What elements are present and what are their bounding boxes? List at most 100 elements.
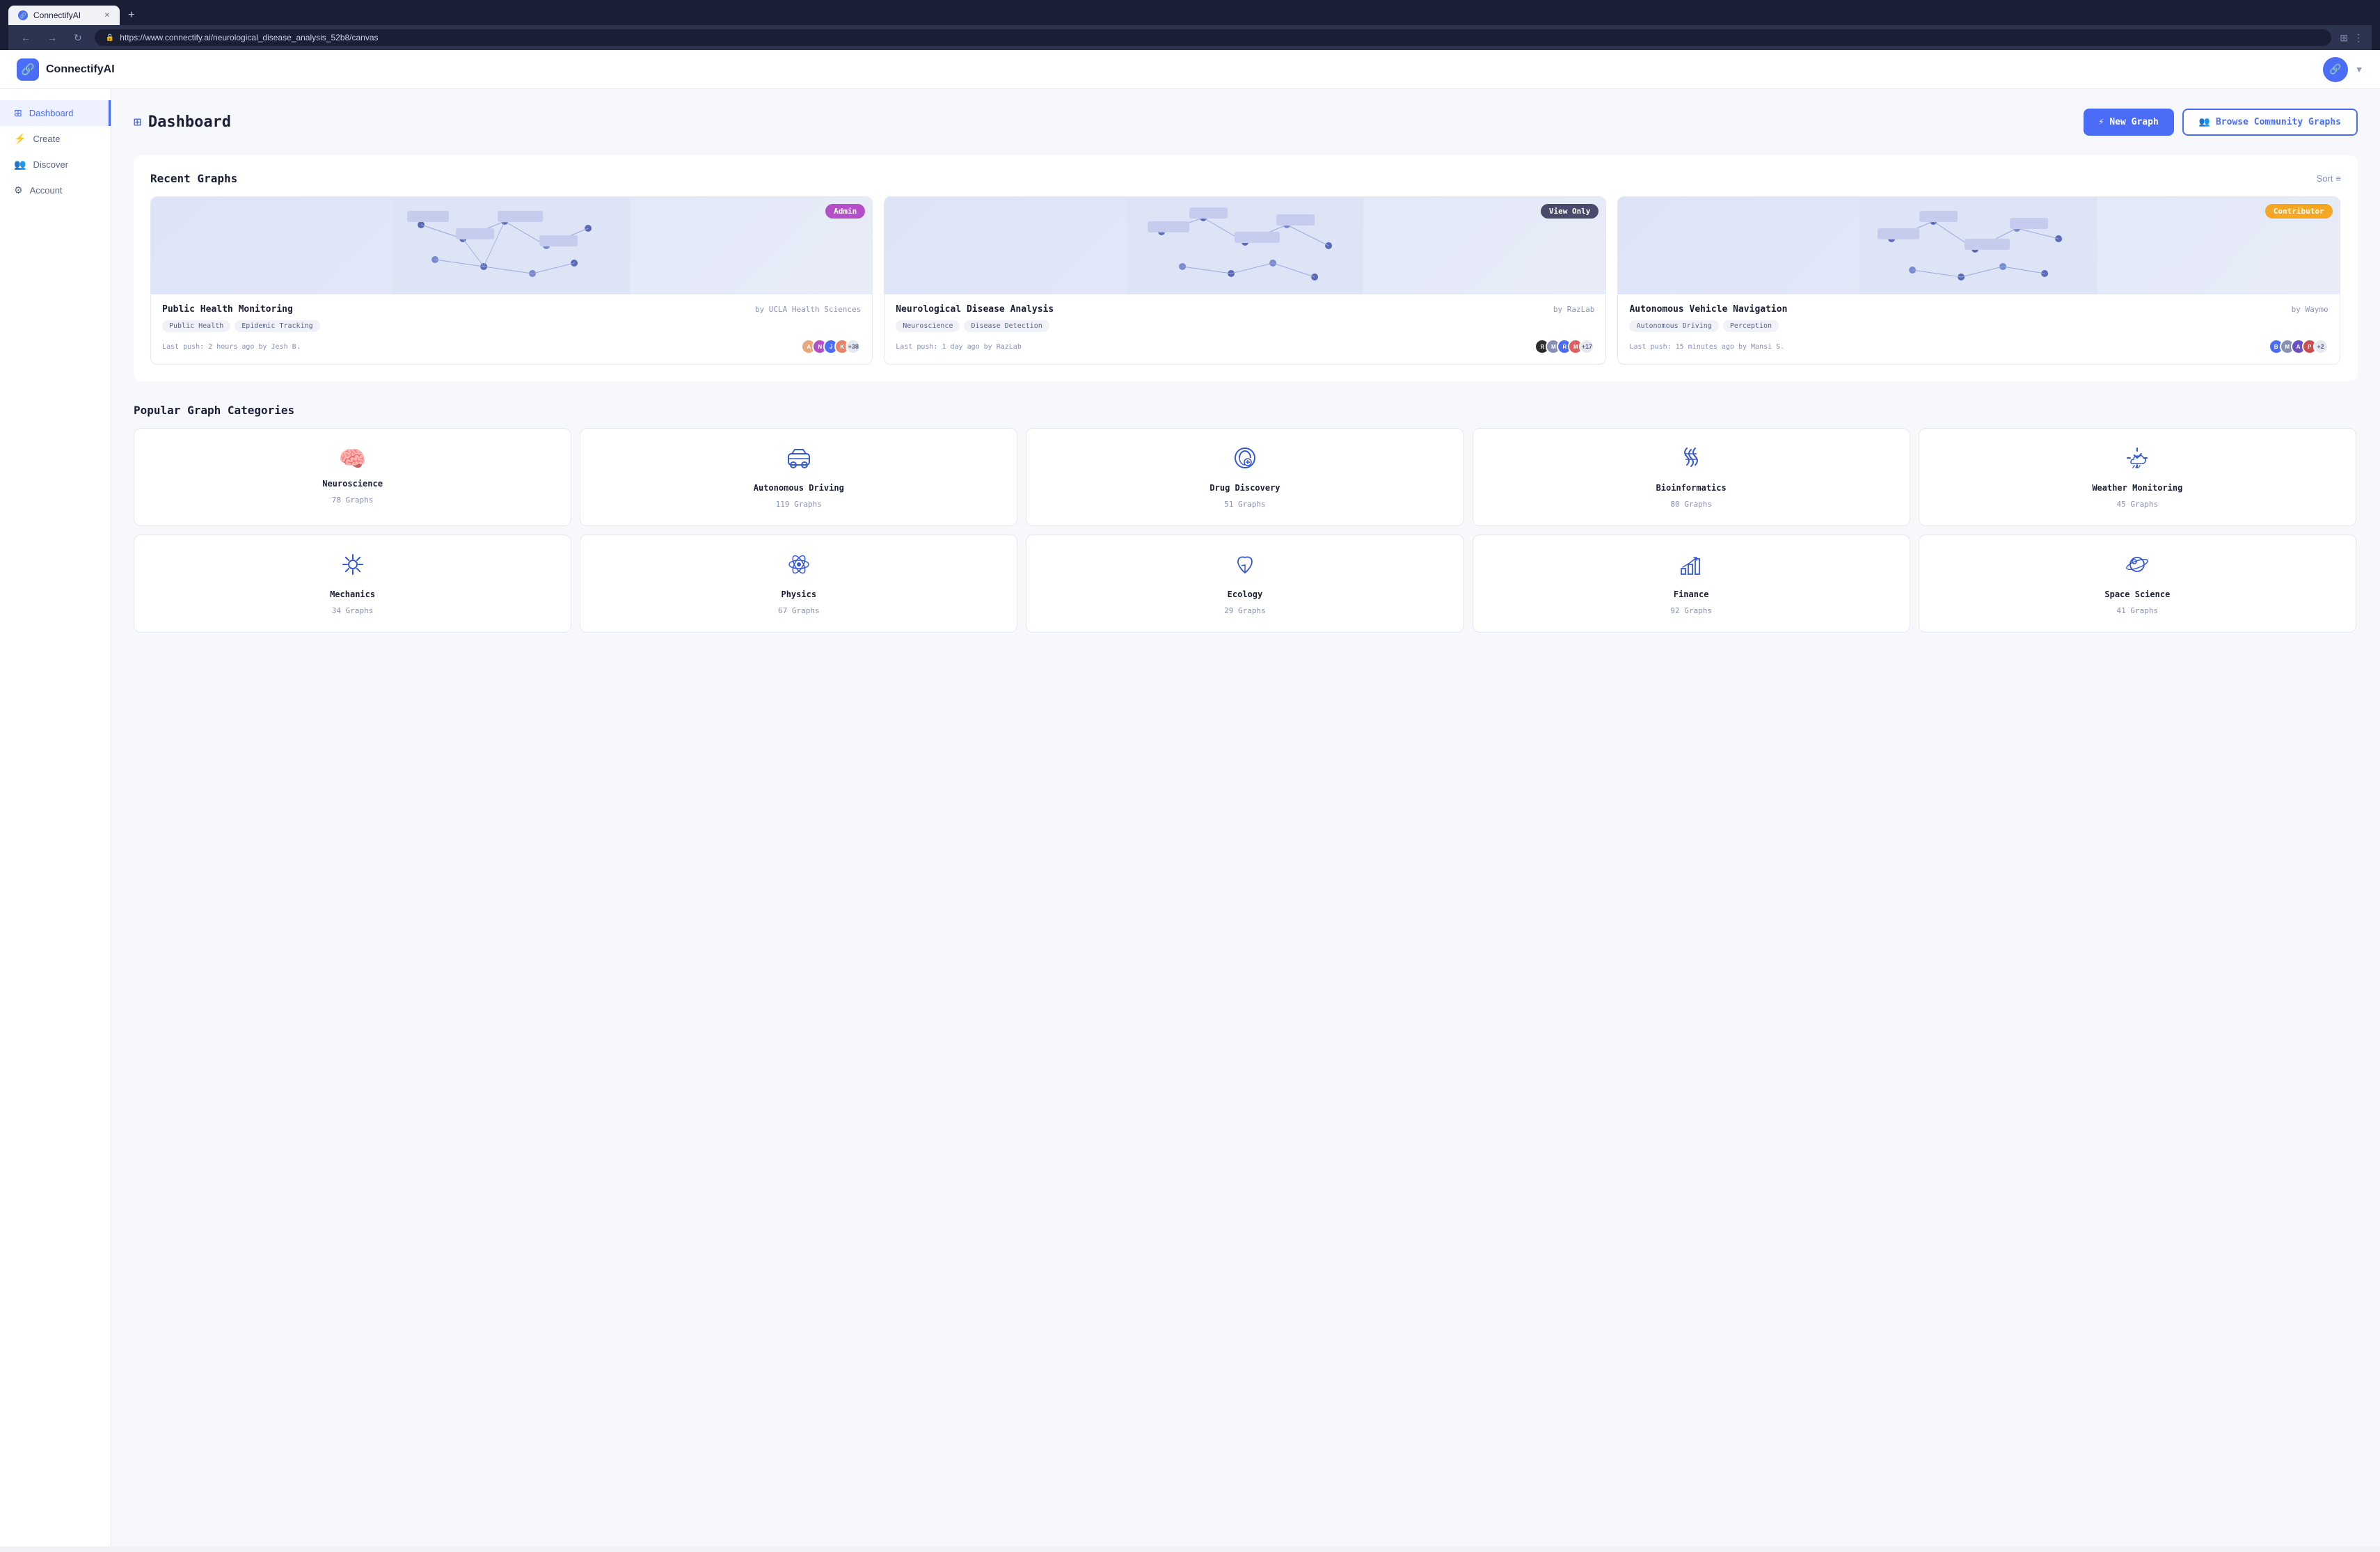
category-neuroscience[interactable]: 🧠 Neuroscience 78 Graphs (134, 428, 571, 526)
menu-icon[interactable]: ⋮ (2354, 32, 2363, 44)
graph-card-3[interactable]: Contributor Autonomous Vehicle Navigatio… (1617, 196, 2340, 365)
category-finance[interactable]: Finance 92 Graphs (1473, 535, 1910, 633)
avatars-3: B M A P +2 (2269, 339, 2329, 354)
user-menu-chevron[interactable]: ▼ (2355, 65, 2363, 74)
app-logo: 🔗 ConnectifyAI (17, 58, 115, 81)
badge-contributor-3: Contributor (2265, 204, 2333, 219)
category-space[interactable]: Space Science 41 Graphs (1919, 535, 2356, 633)
browse-icon: 👥 (2199, 117, 2210, 127)
browser-tabs: 🔗 ConnectifyAI ✕ + (8, 6, 2372, 25)
finance-count: 92 Graphs (1670, 606, 1712, 615)
new-graph-label: New Graph (2109, 117, 2158, 127)
bioinformatics-icon (1679, 445, 1704, 476)
sidebar-item-dashboard[interactable]: ⊞ Dashboard (0, 100, 111, 126)
physics-icon (786, 552, 811, 583)
graphs-row: Admin Public Health Monitoring by UCLA H… (150, 196, 2341, 365)
user-avatar-button[interactable]: 🔗 (2323, 57, 2348, 82)
mechanics-icon (340, 552, 365, 583)
extensions-icon[interactable]: ⊞ (2340, 32, 2348, 44)
graph-footer-2: Last push: 1 day ago by RazLab R M R M +… (896, 339, 1594, 354)
new-tab-button[interactable]: + (122, 6, 140, 24)
sidebar-create-label: Create (33, 134, 60, 144)
browser-actions: ⊞ ⋮ (2340, 32, 2363, 44)
tab-close-button[interactable]: ✕ (104, 12, 110, 19)
dashboard-header: ⊞ Dashboard ⚡ New Graph 👥 Browse Communi… (134, 109, 2358, 136)
space-name: Space Science (2104, 589, 2170, 599)
browse-community-button[interactable]: 👥 Browse Community Graphs (2182, 109, 2358, 136)
tag-epidemic: Epidemic Tracking (235, 320, 319, 332)
main-content: ⊞ Dashboard ⚡ New Graph 👥 Browse Communi… (111, 89, 2380, 1546)
app-name: ConnectifyAI (46, 63, 115, 76)
dashboard-title-icon: ⊞ (134, 115, 141, 129)
physics-name: Physics (781, 589, 816, 599)
graph-info-1: Public Health Monitoring by UCLA Health … (151, 294, 872, 364)
avatar-count-3: +2 (2313, 339, 2329, 354)
avatars-2: R M R M +17 (1534, 339, 1594, 354)
sidebar-item-account[interactable]: ⚙ Account (0, 177, 111, 203)
mini-graph-3 (1618, 197, 2339, 294)
sidebar-item-create[interactable]: ⚡ Create (0, 126, 111, 152)
mechanics-name: Mechanics (330, 589, 375, 599)
new-graph-button[interactable]: ⚡ New Graph (2084, 109, 2174, 136)
graph-info-2: Neurological Disease Analysis by RazLab … (884, 294, 1605, 364)
dashboard-icon: ⊞ (14, 107, 22, 119)
sidebar-account-label: Account (30, 185, 63, 196)
sidebar-item-discover[interactable]: 👥 Discover (0, 152, 111, 177)
neuroscience-name: Neuroscience (322, 479, 383, 489)
categories-row-1: 🧠 Neuroscience 78 Graphs Au (134, 428, 2358, 526)
category-ecology[interactable]: Ecology 29 Graphs (1026, 535, 1463, 633)
autonomous-name: Autonomous Driving (754, 483, 844, 493)
create-icon: ⚡ (14, 133, 26, 145)
autonomous-icon (786, 445, 811, 476)
category-mechanics[interactable]: Mechanics 34 Graphs (134, 535, 571, 633)
mechanics-count: 34 Graphs (332, 606, 374, 615)
badge-viewonly-2: View Only (1541, 204, 1599, 219)
graph-card-2[interactable]: View Only Neurological Disease Analysis … (884, 196, 1606, 365)
graph-tags-2: Neuroscience Disease Detection (896, 320, 1594, 332)
avatars-1: A N J K +38 (801, 339, 861, 354)
category-physics[interactable]: Physics 67 Graphs (580, 535, 1017, 633)
graph-info-3: Autonomous Vehicle Navigation by Waymo A… (1618, 294, 2339, 364)
graph-preview-2: View Only (884, 197, 1605, 294)
forward-button[interactable]: → (43, 31, 61, 45)
page-title: ⊞ Dashboard (134, 113, 231, 131)
categories-header: Popular Graph Categories (134, 404, 2358, 417)
graph-card-1[interactable]: Admin Public Health Monitoring by UCLA H… (150, 196, 873, 365)
active-tab[interactable]: 🔗 ConnectifyAI ✕ (8, 6, 120, 25)
weather-name: Weather Monitoring (2092, 483, 2182, 493)
finance-name: Finance (1674, 589, 1709, 599)
mini-graph-2 (884, 197, 1605, 294)
push-info-2: Last push: 1 day ago by RazLab (896, 343, 1022, 351)
recent-graphs-header: Recent Graphs Sort ≡ (150, 172, 2341, 185)
autonomous-count: 119 Graphs (776, 500, 822, 509)
app-header: 🔗 ConnectifyAI 🔗 ▼ (0, 50, 2380, 89)
sort-label: Sort (2317, 173, 2333, 184)
graph-title-1: Public Health Monitoring (162, 304, 293, 315)
address-bar[interactable]: 🔒 https://www.connectify.ai/neurological… (95, 29, 2332, 46)
tab-favicon: 🔗 (18, 10, 28, 20)
category-autonomous[interactable]: Autonomous Driving 119 Graphs (580, 428, 1017, 526)
avatar-count-1: +38 (846, 339, 861, 354)
space-icon (2125, 552, 2150, 583)
tag-disease: Disease Detection (964, 320, 1049, 332)
space-count: 41 Graphs (2117, 606, 2159, 615)
category-weather[interactable]: Weather Monitoring 45 Graphs (1919, 428, 2356, 526)
tag-public-health: Public Health (162, 320, 230, 332)
category-bioinformatics[interactable]: Bioinformatics 80 Graphs (1473, 428, 1910, 526)
new-graph-icon: ⚡ (2099, 117, 2104, 127)
weather-count: 45 Graphs (2117, 500, 2159, 509)
graph-preview-1: Admin (151, 197, 872, 294)
back-button[interactable]: ← (17, 31, 35, 45)
finance-icon (1679, 552, 1704, 583)
tag-perception: Perception (1723, 320, 1779, 332)
url-text: https://www.connectify.ai/neurological_d… (120, 33, 378, 42)
graph-title-row-1: Public Health Monitoring by UCLA Health … (162, 304, 861, 315)
categories-row-2: Mechanics 34 Graphs Physics 67 Graphs (134, 535, 2358, 633)
category-drug[interactable]: Drug Discovery 51 Graphs (1026, 428, 1463, 526)
bioinformatics-name: Bioinformatics (1656, 483, 1727, 493)
refresh-button[interactable]: ↻ (70, 31, 86, 45)
browse-community-label: Browse Community Graphs (2216, 117, 2341, 127)
sort-button[interactable]: Sort ≡ (2317, 173, 2341, 184)
recent-graphs-title: Recent Graphs (150, 172, 237, 185)
graph-author-3: by Waymo (2292, 305, 2329, 314)
